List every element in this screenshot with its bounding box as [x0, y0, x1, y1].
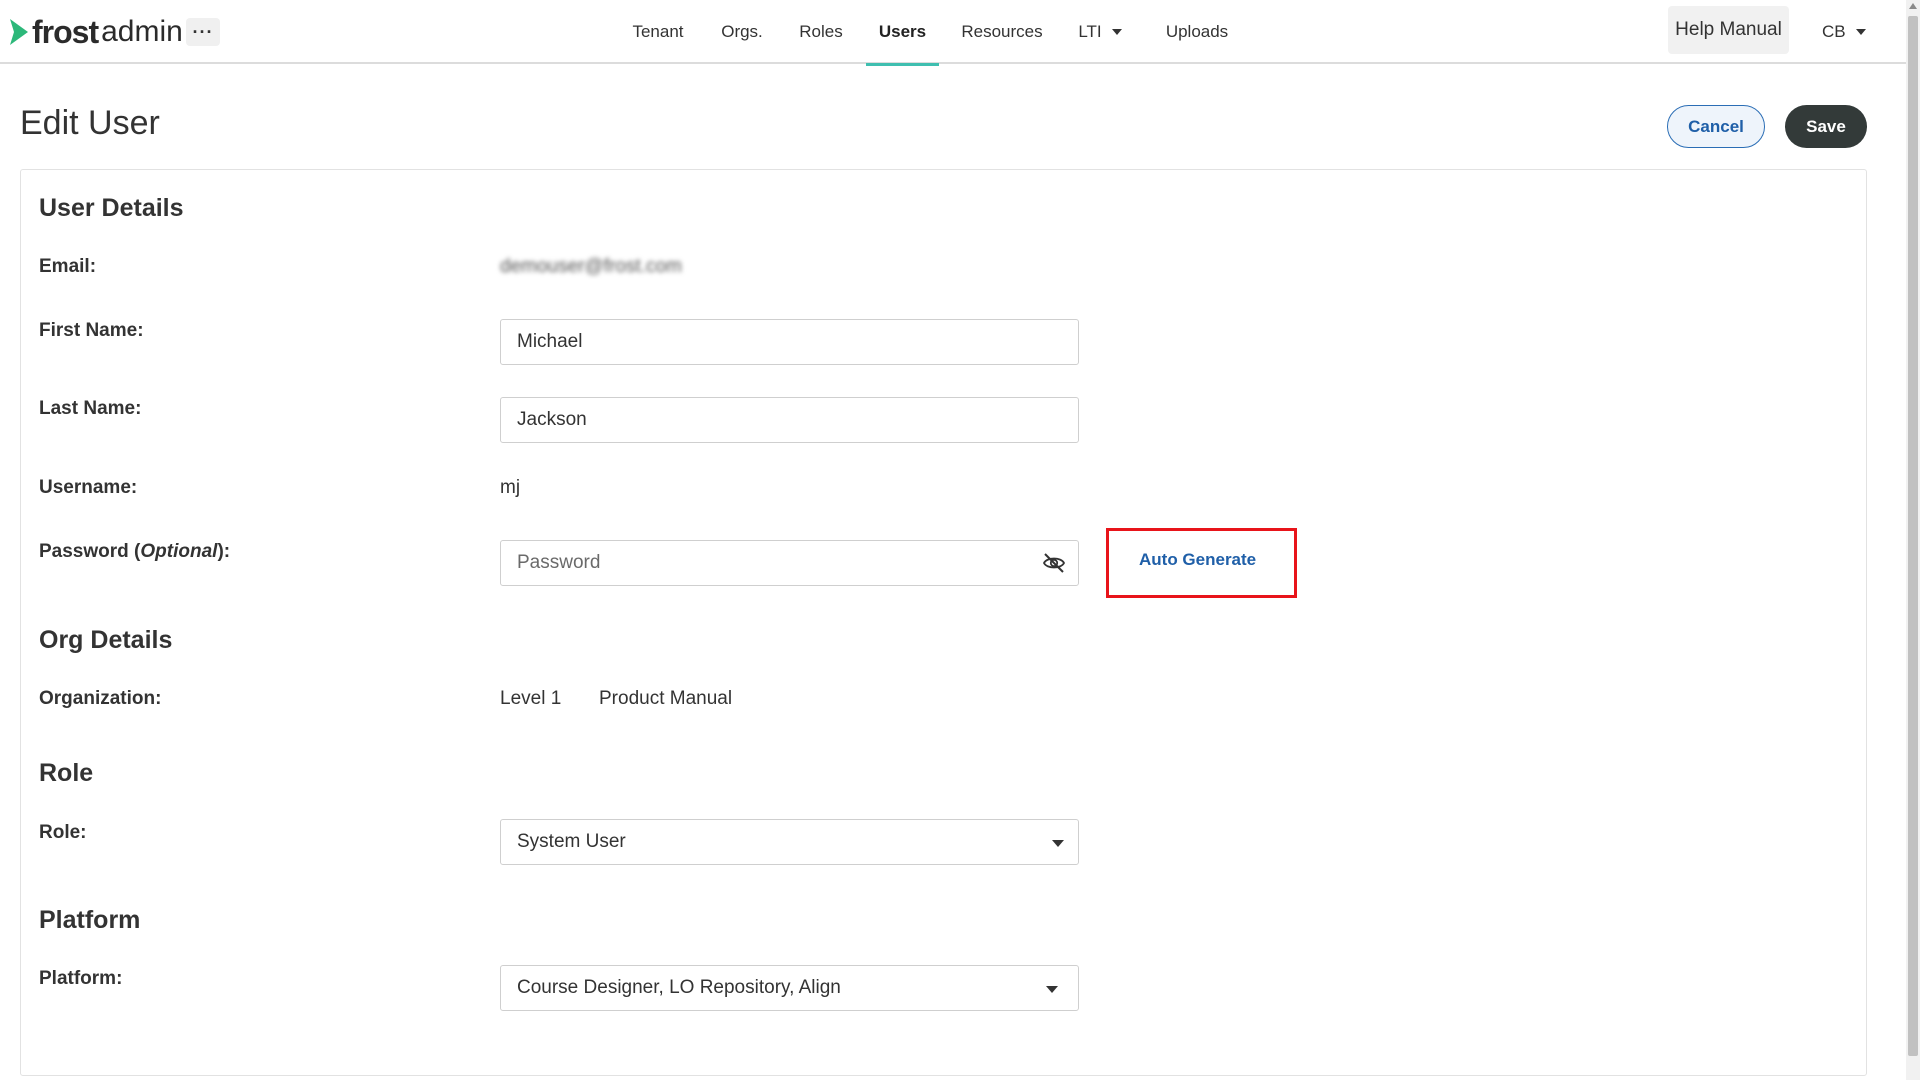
org-name-value: Product Manual — [599, 688, 733, 709]
user-menu[interactable]: CB — [1822, 18, 1866, 46]
email-value: demouser@frost.com — [500, 256, 682, 277]
page-scrollbar[interactable] — [1906, 0, 1920, 1080]
last-name-field[interactable] — [500, 397, 1079, 443]
nav-tenant[interactable]: Tenant — [628, 0, 688, 64]
password-label-optional: Optional — [140, 541, 218, 562]
last-name-label: Last Name: — [39, 398, 142, 419]
nav-lti[interactable]: LTI — [1075, 0, 1125, 64]
cancel-button[interactable]: Cancel — [1667, 105, 1765, 148]
nav-roles[interactable]: Roles — [795, 0, 847, 64]
platform-select-value: Course Designer, LO Repository, Align — [517, 977, 841, 998]
organization-label: Organization: — [39, 688, 162, 709]
platform-heading: Platform — [39, 906, 141, 934]
role-select[interactable]: System User — [500, 819, 1079, 865]
user-initials: CB — [1822, 22, 1846, 41]
edit-user-card — [20, 169, 1867, 1076]
role-select-value: System User — [517, 831, 626, 852]
auto-generate-link[interactable]: Auto Generate — [1139, 550, 1256, 570]
nav-lti-label: LTI — [1078, 22, 1102, 41]
org-level-value: Level 1 — [500, 688, 562, 709]
eye-slash-icon[interactable] — [1042, 552, 1066, 574]
save-button[interactable]: Save — [1785, 105, 1867, 148]
username-value: mj — [500, 477, 521, 498]
user-details-heading: User Details — [39, 194, 184, 222]
nav-resources[interactable]: Resources — [960, 0, 1044, 64]
role-label: Role: — [39, 822, 87, 843]
scrollbar-thumb[interactable] — [1908, 16, 1918, 1056]
org-details-heading: Org Details — [39, 626, 173, 654]
password-label: Password (Optional): — [39, 541, 230, 563]
scroll-up-arrow-icon[interactable] — [1909, 3, 1917, 9]
password-field[interactable] — [500, 540, 1079, 586]
nav-users[interactable]: Users — [866, 0, 939, 66]
username-label: Username: — [39, 477, 138, 498]
nav-uploads[interactable]: Uploads — [1164, 0, 1230, 64]
platform-select[interactable]: Course Designer, LO Repository, Align — [500, 965, 1079, 1011]
top-navbar: frost admin ··· Tenant Orgs. Roles Users… — [0, 0, 1906, 66]
password-label-suffix: ): — [217, 541, 231, 562]
main-nav: Tenant Orgs. Roles Users Resources LTI U… — [0, 0, 1906, 66]
chevron-down-icon — [1046, 986, 1058, 993]
first-name-label: First Name: — [39, 320, 144, 341]
platform-label: Platform: — [39, 968, 123, 989]
chevron-down-icon — [1052, 840, 1064, 847]
help-manual-button[interactable]: Help Manual — [1668, 6, 1789, 54]
chevron-down-icon — [1855, 29, 1866, 35]
password-label-prefix: Password ( — [39, 541, 141, 562]
nav-orgs[interactable]: Orgs. — [716, 0, 768, 64]
first-name-field[interactable] — [500, 319, 1079, 365]
role-heading: Role — [39, 759, 94, 787]
chevron-down-icon — [1111, 29, 1122, 35]
page-title: Edit User — [20, 104, 160, 142]
email-label: Email: — [39, 256, 97, 277]
